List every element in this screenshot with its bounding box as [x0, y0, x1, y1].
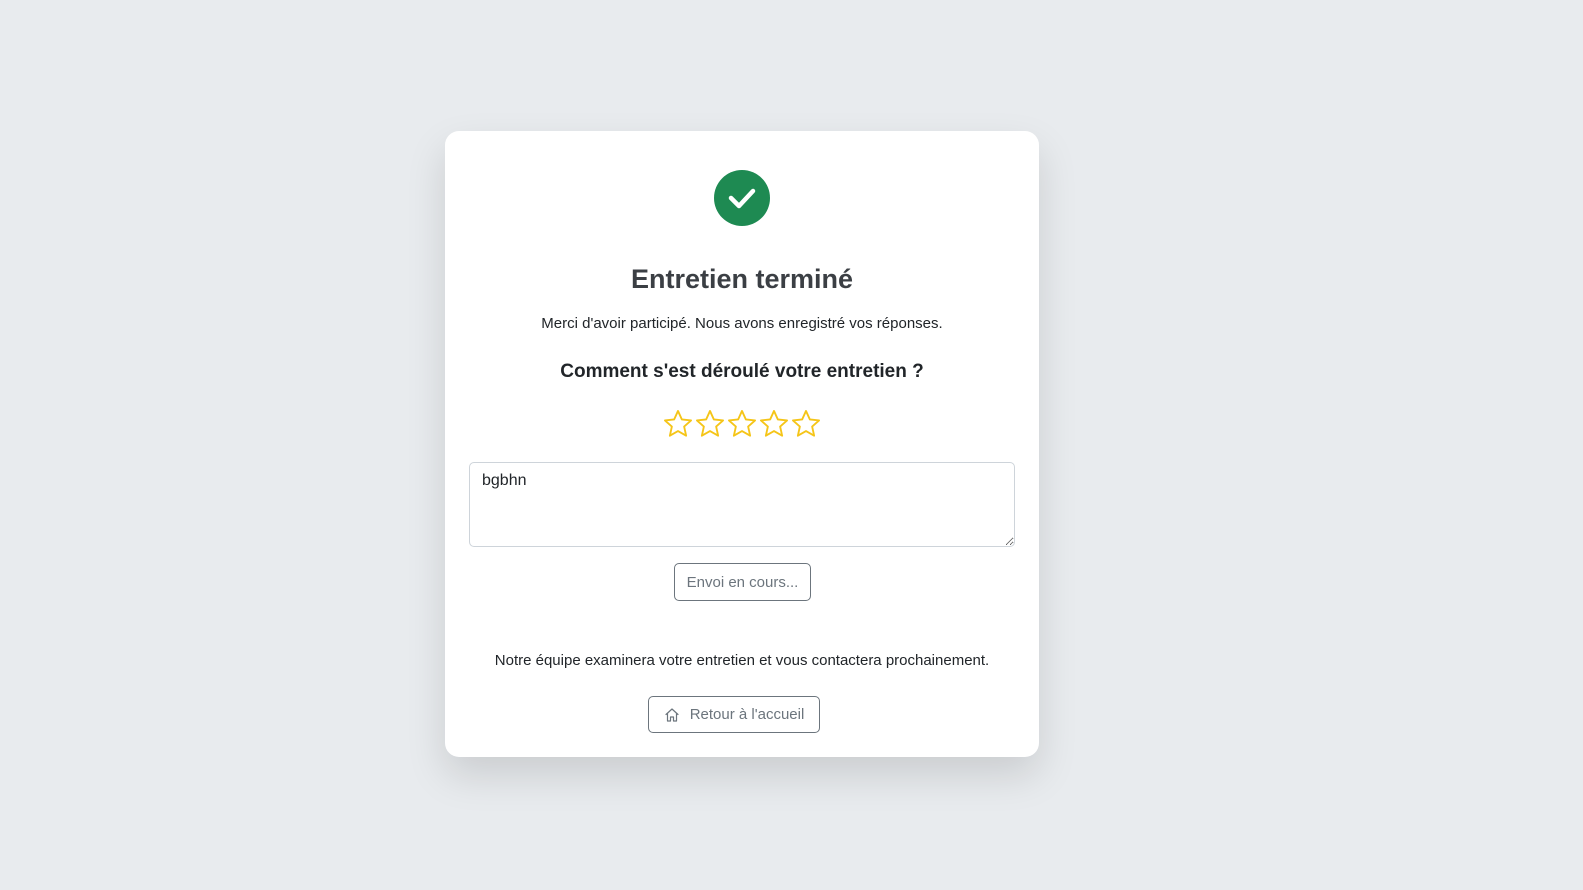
page-title: Entretien terminé	[630, 264, 854, 294]
star-icon-4[interactable]	[758, 407, 790, 441]
rating-question: Comment s'est déroulé votre entretien ?	[560, 361, 924, 382]
submit-feedback-button[interactable]: Envoi en cours...	[674, 563, 811, 601]
star-icon-5[interactable]	[790, 407, 822, 441]
return-home-button[interactable]: Retour à l'accueil	[648, 696, 820, 733]
star-icon-3[interactable]	[726, 407, 758, 441]
return-home-label: Retour à l'accueil	[689, 706, 805, 723]
home-icon	[664, 707, 680, 723]
star-rating	[445, 407, 1039, 441]
thank-you-message: Merci d'avoir participé. Nous avons enre…	[541, 315, 943, 332]
follow-up-note: Notre équipe examinera votre entretien e…	[494, 652, 990, 669]
feedback-textarea[interactable]	[469, 462, 1015, 547]
star-icon-1[interactable]	[662, 407, 694, 441]
star-icon-2[interactable]	[694, 407, 726, 441]
completion-card: Entretien terminé Merci d'avoir particip…	[445, 131, 1039, 757]
check-circle-icon	[714, 170, 770, 226]
